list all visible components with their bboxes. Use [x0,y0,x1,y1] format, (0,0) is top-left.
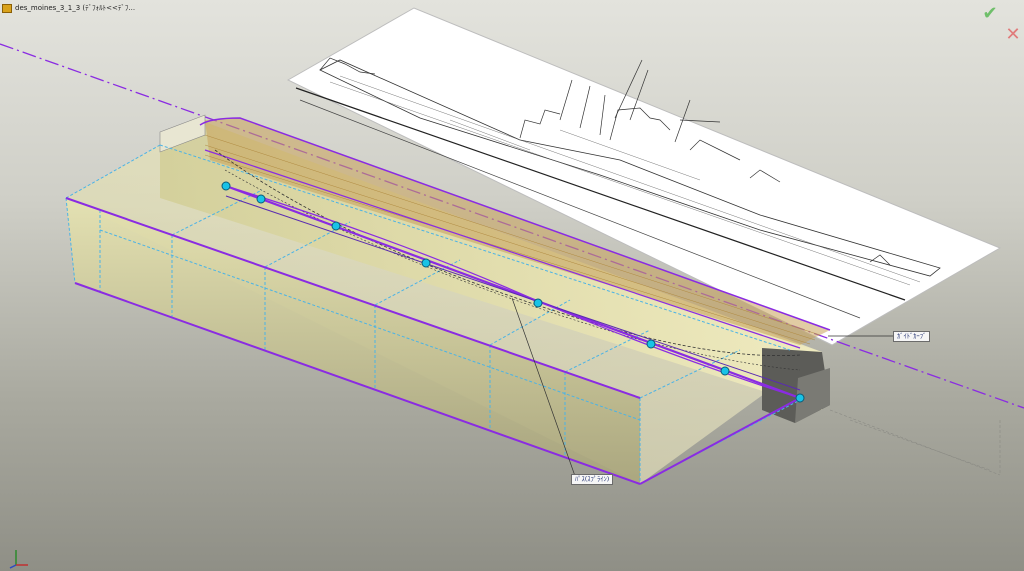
cancel-button[interactable]: ✕ [1003,25,1023,45]
spline-point [331,221,341,231]
part-icon [2,3,12,13]
spline-point [720,366,730,376]
document-tab[interactable]: des_moines_3_1_3 (ﾃﾞﾌｫﾙﾄ<<ﾃﾞﾌ... [2,1,135,15]
spline-point [795,393,805,403]
reference-triad-icon[interactable] [8,547,32,569]
reference-outline [829,409,1001,476]
path-callout[interactable]: ﾊﾟｽ(ｽﾌﾟﾗｲﾝ) [571,474,614,485]
ok-button[interactable]: ✔ [980,4,1000,24]
spline-point [646,339,656,349]
spline-point [221,181,231,191]
graphics-viewport[interactable] [0,0,1024,571]
guide-curve-callout[interactable]: ｶﾞｲﾄﾞｶｰﾌﾞ [893,331,931,342]
spline-point [533,298,543,308]
spline-point [256,194,266,204]
spline-point [421,258,431,268]
document-tab-label: des_moines_3_1_3 (ﾃﾞﾌｫﾙﾄ<<ﾃﾞﾌ... [15,4,136,12]
